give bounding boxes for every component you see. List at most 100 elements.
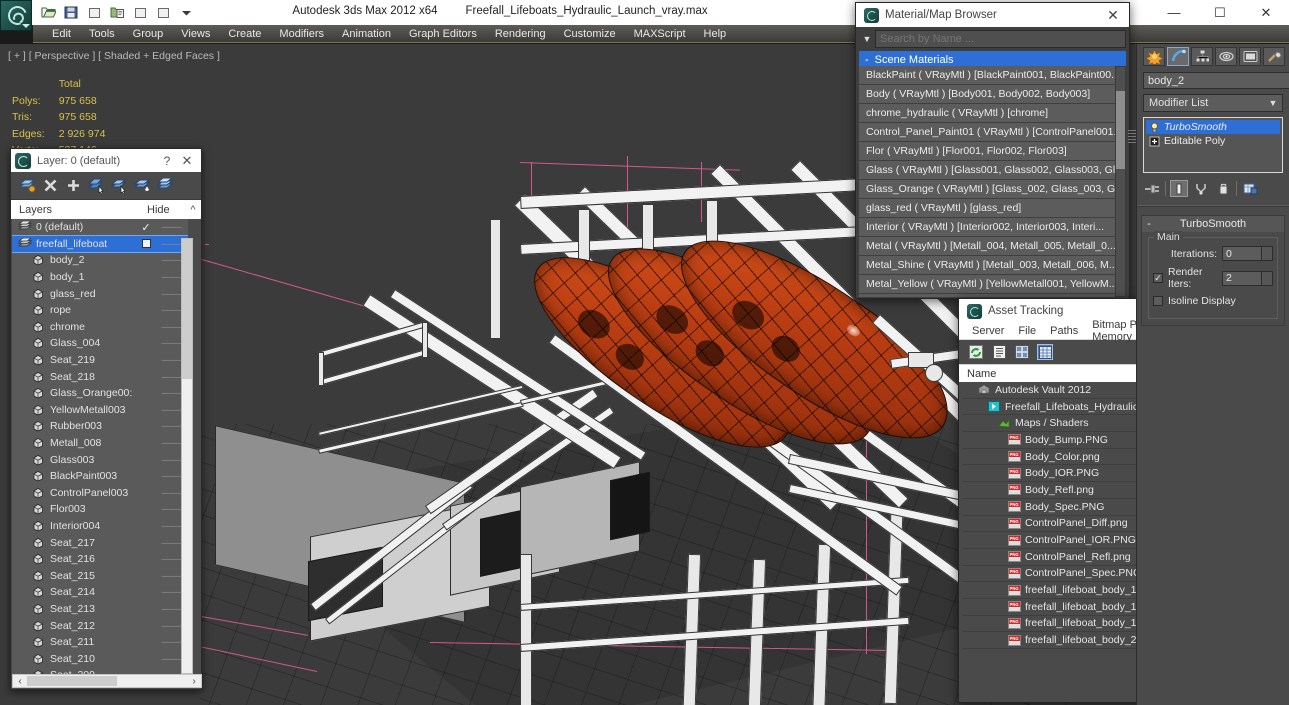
material-row[interactable]: Control_Panel_Paint01 ( VRayMtl ) [Contr… — [859, 123, 1117, 141]
menu-item-customize[interactable]: Customize — [555, 25, 625, 43]
configure-modifier-sets-icon[interactable] — [1241, 180, 1259, 197]
modifier-stack-item-editable-poly[interactable]: Editable Poly — [1146, 134, 1280, 148]
layer-row[interactable]: freefall_lifeboat —— — [12, 234, 188, 254]
motion-tab-icon[interactable] — [1215, 47, 1237, 66]
layer-row[interactable]: rope —— — [12, 302, 188, 319]
layer-checkbox[interactable] — [138, 239, 154, 249]
modifier-list-dropdown[interactable]: Modifier List ▼ — [1143, 94, 1283, 112]
pin-stack-icon[interactable] — [1143, 180, 1161, 197]
hierarchy-tab-icon[interactable] — [1191, 47, 1213, 66]
layer-row[interactable]: Interior004 —— — [12, 518, 188, 535]
material-map-browser-window[interactable]: Material/Map Browser ✕ ▼ - Scene Materia… — [855, 2, 1130, 299]
plus-box-icon[interactable] — [1149, 136, 1160, 147]
maximize-button[interactable]: ☐ — [1197, 0, 1243, 25]
layer-row[interactable]: Glass003 —— — [12, 451, 188, 468]
material-row[interactable]: Metal_Yellow ( VRayMtl ) [YellowMetall00… — [859, 275, 1117, 293]
utilities-tab-icon[interactable] — [1263, 47, 1285, 66]
select-highlighted-objects-icon[interactable] — [111, 177, 128, 194]
menu-item-edit[interactable]: Edit — [43, 25, 80, 43]
layer-row[interactable]: Seat_214 —— — [12, 584, 188, 601]
isoline-display-checkbox[interactable] — [1153, 296, 1163, 306]
command-panel[interactable]: Modifier List ▼ TurboSmooth Editable Pol… — [1136, 44, 1289, 705]
viewport-label[interactable]: [ + ] [ Perspective ] [ Shaded + Edged F… — [8, 50, 220, 62]
material-row[interactable]: Metal ( VRayMtl ) [Metall_004, Metall_00… — [859, 237, 1117, 255]
layer-row[interactable]: Seat_215 —— — [12, 567, 188, 584]
display-tab-icon[interactable] — [1239, 47, 1261, 66]
collapse-icon[interactable]: - — [1142, 218, 1156, 230]
layer-row[interactable]: glass_red —— — [12, 285, 188, 302]
highlight-selected-objects-layer-icon[interactable] — [134, 177, 151, 194]
layer-row[interactable]: body_1 —— — [12, 269, 188, 286]
layer-row[interactable]: body_2 —— — [12, 252, 188, 269]
menu-item-animation[interactable]: Animation — [333, 25, 400, 43]
material-row[interactable]: Glass_Orange ( VRayMtl ) [Glass_002, Gla… — [859, 180, 1117, 198]
material-row[interactable]: Flor ( VRayMtl ) [Flor001, Flor002, Flor… — [859, 142, 1117, 160]
layer-row[interactable]: Seat_210 —— — [12, 650, 188, 667]
layer-row[interactable]: chrome —— — [12, 319, 188, 336]
close-button[interactable]: ✕ — [1243, 0, 1289, 25]
material-row[interactable]: Body ( VRayMtl ) [Body001, Body002, Body… — [859, 85, 1117, 103]
menu-item-paths[interactable]: Paths — [1043, 325, 1085, 337]
list-view-icon[interactable] — [991, 344, 1007, 360]
lightbulb-icon[interactable] — [1149, 122, 1160, 133]
layer-row[interactable]: Flor003 —— — [12, 501, 188, 518]
scroll-left-icon[interactable]: ‹ — [13, 676, 27, 687]
material-row[interactable]: glass_red ( VRayMtl ) [glass_red] — [859, 199, 1117, 217]
close-button[interactable]: ✕ — [1101, 7, 1125, 24]
layer-row[interactable]: Seat_216 —— — [12, 551, 188, 568]
help-button[interactable]: ? — [157, 154, 177, 168]
material-row[interactable]: paint_blue ( VRayMtl ) [baloons, paint_b… — [859, 294, 1117, 297]
layer-row[interactable]: BlackPaint003 —— — [12, 468, 188, 485]
scroll-up-icon[interactable]: ^ — [185, 204, 201, 216]
layer-row[interactable]: Seat_213 —— — [12, 601, 188, 618]
layer-list-horizontal-scrollbar[interactable]: ‹ › — [12, 674, 202, 688]
menu-item-views[interactable]: Views — [172, 25, 219, 43]
chevron-down-icon[interactable]: ▼ — [1264, 98, 1282, 108]
make-unique-icon[interactable] — [1192, 180, 1210, 197]
menu-item-maxscript[interactable]: MAXScript — [625, 25, 695, 43]
menu-item-graph-editors[interactable]: Graph Editors — [400, 25, 486, 43]
layer-row[interactable]: Metall_008 —— — [12, 435, 188, 452]
layer-check-icon[interactable]: ✓ — [138, 221, 154, 234]
layer-row[interactable]: ControlPanel003 —— — [12, 485, 188, 502]
material-row[interactable]: chrome_hydraulic ( VRayMtl ) [chrome] — [859, 104, 1117, 122]
layer-row[interactable]: Glass_Orange00: —— — [12, 385, 188, 402]
menu-item-help[interactable]: Help — [695, 25, 736, 43]
grid-view-icon[interactable] — [1037, 344, 1053, 360]
layer-row[interactable]: Seat_209—— — [12, 667, 188, 674]
menu-item-modifiers[interactable]: Modifiers — [270, 25, 333, 43]
modifier-stack[interactable]: TurboSmooth Editable Poly — [1143, 117, 1283, 173]
collapse-icon[interactable]: - — [865, 54, 869, 66]
show-end-result-icon[interactable] — [1170, 180, 1188, 197]
material-row[interactable]: BlackPaint ( VRayMtl ) [BlackPaint001, B… — [859, 66, 1117, 84]
refresh-icon[interactable] — [968, 344, 984, 360]
layer-row[interactable]: Seat_212 —— — [12, 617, 188, 634]
layer-row[interactable]: Seat_218 —— — [12, 368, 188, 385]
select-objects-in-layer-icon[interactable] — [88, 177, 105, 194]
rollout-header[interactable]: - TurboSmooth — [1142, 216, 1284, 232]
delete-layer-icon[interactable] — [42, 177, 59, 194]
layer-row[interactable]: YellowMetall003 —— — [12, 402, 188, 419]
layer-row[interactable]: 0 (default) ✓ —— — [12, 219, 188, 236]
hide-unhide-layer-icon[interactable] — [157, 177, 174, 194]
render-iters-value[interactable]: 2 — [1222, 270, 1262, 286]
menu-item-file[interactable]: File — [1011, 325, 1043, 337]
create-new-layer-icon[interactable] — [19, 177, 36, 194]
menu-item-group[interactable]: Group — [124, 25, 173, 43]
material-list[interactable]: BlackPaint ( VRayMtl ) [BlackPaint001, B… — [859, 66, 1117, 297]
remove-modifier-icon[interactable] — [1214, 180, 1232, 197]
layer-row[interactable]: Seat_219 —— — [12, 352, 188, 369]
layer-row[interactable]: Seat_211 —— — [12, 634, 188, 651]
layer-list[interactable]: 0 (default) ✓ —— freefall_lifeboat —— body_2—… — [12, 219, 188, 674]
menu-item-tools[interactable]: Tools — [80, 25, 124, 43]
minimize-button[interactable]: — — [1151, 0, 1197, 25]
modify-tab-icon[interactable] — [1167, 47, 1189, 66]
layer-manager-window[interactable]: Layer: 0 (default) ? ✕ Layers Hide ^ 0 (… — [10, 148, 202, 690]
add-selection-to-layer-icon[interactable] — [65, 177, 82, 194]
material-row[interactable]: Interior ( VRayMtl ) [Interior002, Inter… — [859, 218, 1117, 236]
layer-row[interactable]: Seat_217 —— — [12, 534, 188, 551]
search-options-icon[interactable]: ▼ — [859, 34, 875, 44]
material-row[interactable]: Metal_Shine ( VRayMtl ) [Metall_003, Met… — [859, 256, 1117, 274]
modifier-stack-item-turbosmooth[interactable]: TurboSmooth — [1146, 120, 1280, 134]
render-iters-spinner[interactable] — [1262, 270, 1273, 286]
